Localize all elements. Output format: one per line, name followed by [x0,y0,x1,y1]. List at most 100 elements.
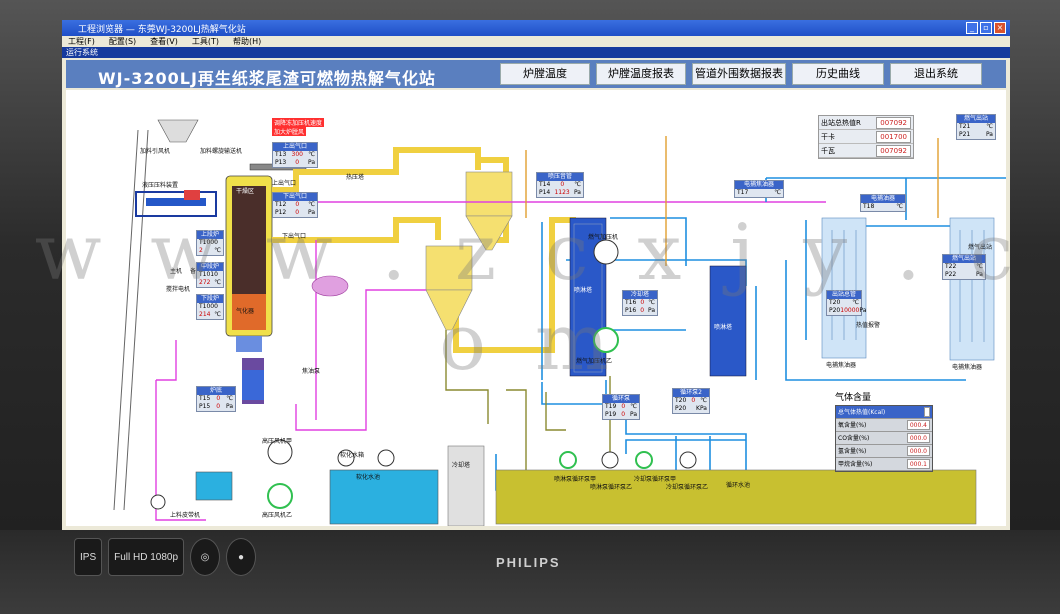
summary-label: 出站总热值R [821,119,861,127]
eco-badge: ◎ [190,538,221,576]
restore-button[interactable]: ▫ [980,22,992,34]
tag-gas-outlet-1: 燃气出站 T21 ℃ P21 Pa [956,114,996,140]
cooler-label: 冷却塔 [452,462,471,469]
tag-upper-outlet: 上出气口 T13 300 ℃ P13 0 Pa [272,142,318,168]
booster-1 [593,239,619,265]
main-fan-label: 主机 [170,268,183,275]
yellow-gas-pipes [272,147,576,353]
tag-lower-outlet: 下出气口 T12 0 ℃ P12 0 Pa [272,192,318,218]
runtime-bar: 运行系统 [62,47,1010,58]
nav-furnace-temp-button[interactable]: 炉膛温度 [500,63,590,85]
hydraulic-feeder [135,190,217,217]
tag-gas-outlet-2: 燃气出站 T22 ℃ P22 Pa [942,254,986,280]
nav-pipe-report-button[interactable]: 管道外围数据报表 [692,63,786,85]
summary-label: 千瓦 [821,147,835,155]
pump2-label: 喷淋泵循环泵乙 [590,484,633,491]
ips-badge: IPS [74,538,103,576]
spray-tower-2 [709,265,747,377]
pump4-label: 冷却泵循环泵乙 [666,484,709,491]
gas-row-value: 000.0 [906,433,930,443]
heat-exchanger-label: 热压塔 [346,174,365,181]
tag-cooling: 冷却塔 T16 0 ℃ P16 0 Pa [622,290,658,316]
heat-summary-panel: 出站总热值R 007092 干卡 001700 千瓦 007092 [818,115,914,159]
belt-label: 上料皮带机 [170,512,201,519]
spray1-label: 喷淋塔 [574,287,593,294]
fan-high2-label: 高压风机乙 [262,512,293,519]
monitor-brand: PHILIPS [496,555,561,570]
summary-label: 干卡 [821,133,835,141]
screen: 工程浏览器 — 东莞WJ-3200LJ热解气化站 _ ▫ × 工程(F) 配置(… [62,20,1010,530]
close-button[interactable]: × [994,22,1006,34]
tag-upper-furnace: 上段炉内 T1000 2 ℃ [196,230,224,256]
tar-pump-label: 焦油泵 [302,368,321,375]
fan-high1-label: 高压风机甲 [262,438,293,445]
tar-tank [311,275,349,297]
green-badge: ● [226,538,257,576]
gas-head-label: 总气体热值(Kcal) [838,409,886,416]
process-canvas: 加料引风机 加料螺旋输送机 液压压料装置 上出气口 下出气口 热压塔 调降冻加压… [66,90,1006,526]
menu-bar: 工程(F) 配置(S) 查看(V) 工具(T) 帮助(H) [62,36,1010,47]
monitor-badges: IPS Full HD 1080p ◎ ● [74,538,314,576]
gas-row-value: 000.4 [906,420,930,430]
circ-water-label: 循环水池 [726,482,751,489]
fullhd-badge: Full HD 1080p [108,538,185,576]
nav-exit-button[interactable]: 退出系统 [890,63,982,85]
fan-high-2 [267,483,293,509]
gas-row-label: 氢含量(%) [838,448,867,455]
gas-content-title: 气体含量 [835,393,872,403]
tag-electro-1: 电捕焦油器 T17 ℃ [734,180,784,198]
nav-history-button[interactable]: 历史曲线 [792,63,884,85]
hydraulic-tank [195,471,233,501]
page-title: WJ-3200LJ再生纸浆尾渣可燃物热解气化站 [98,69,436,88]
menu-item-project[interactable]: 工程(F) [68,36,95,47]
heat-alarm-label: 热值报警 [856,322,881,329]
minimize-button[interactable]: _ [966,22,978,34]
summary-value: 007092 [876,117,911,129]
booster-2 [593,327,619,353]
tag-mid-furnace: 中段炉内 T1010 272 ℃ [196,262,224,288]
page-header: WJ-3200LJ再生纸浆尾渣可燃物热解气化站 炉膛温度 炉膛温度报表 管道外围… [66,60,1006,88]
soft-water-tank [329,469,439,525]
booster1-label: 燃气加压机 [588,234,619,241]
tag-main-outlet: 出站总管 T20 ℃ P20 10000 Pa [826,290,866,316]
cyclone-2 [425,245,473,331]
summary-value: 001700 [876,131,911,143]
warning-line2: 加大炉膛风 [272,127,307,136]
menu-item-view[interactable]: 查看(V) [150,36,178,47]
gas-row-label: 氧含量(%) [838,422,867,429]
dryer-label: 干燥区 [236,188,255,195]
gas-outlet-label: 上出气口 [272,180,297,187]
tag-circ-pump-2: 循环泵2 T20 0 ℃ P20 KPa [672,388,710,414]
menu-item-config[interactable]: 配置(S) [109,36,136,47]
warning-line1: 调降冻加压机速度 [272,118,325,127]
gas-row-label: CO含量(%) [838,435,870,442]
window-title: 工程浏览器 — 东莞WJ-3200LJ热解气化站 [78,24,246,35]
nav-furnace-report-button[interactable]: 炉膛温度报表 [596,63,686,85]
hydraulic-feed-label: 液压压料装置 [142,182,179,189]
gas-head-value [924,407,930,417]
tag-furnace-bottom: 炉底 T15 0 ℃ P15 0 Pa [196,386,236,412]
menu-item-tools[interactable]: 工具(T) [192,36,219,47]
summary-value: 007092 [876,145,911,157]
stirrer-label: 搅拌电机 [166,286,191,293]
menu-item-help[interactable]: 帮助(H) [233,36,261,47]
gas-row-label: 甲烷含量(%) [838,461,873,468]
electro-precipitator-1 [821,217,867,359]
gasifier-vessel [225,175,273,404]
gasifier-label: 气化器 [236,308,255,315]
feed-fan-label: 加料引风机 [140,148,171,155]
electro-precipitator-2 [949,217,995,361]
booster2-label: 燃气加压机乙 [576,358,613,365]
spray2-label: 喷淋塔 [714,324,733,331]
window-title-bar: 工程浏览器 — 东莞WJ-3200LJ热解气化站 _ ▫ × [62,20,1010,36]
gas-row-value: 000.0 [906,446,930,456]
tag-spray-pipe: 喷压音管 T14 0 ℃ P14 1123 Pa [536,172,584,198]
cooling-tower [447,445,485,526]
soft-water-label: 软化水箱 [340,452,365,459]
feed-conveyor-label: 加料螺旋输送机 [200,148,243,155]
electro1-label: 电捕焦油器 [826,362,857,369]
tag-circ-pump-1: 循环泵 T19 0 ℃ P19 0 Pa [602,394,640,420]
tag-electro-2: 电捕油器 T18 ℃ [860,194,906,212]
electro2-label: 电捕焦油器 [952,364,983,371]
tag-lower-furnace: 下段炉内 T1000 214 ℃ [196,294,224,320]
